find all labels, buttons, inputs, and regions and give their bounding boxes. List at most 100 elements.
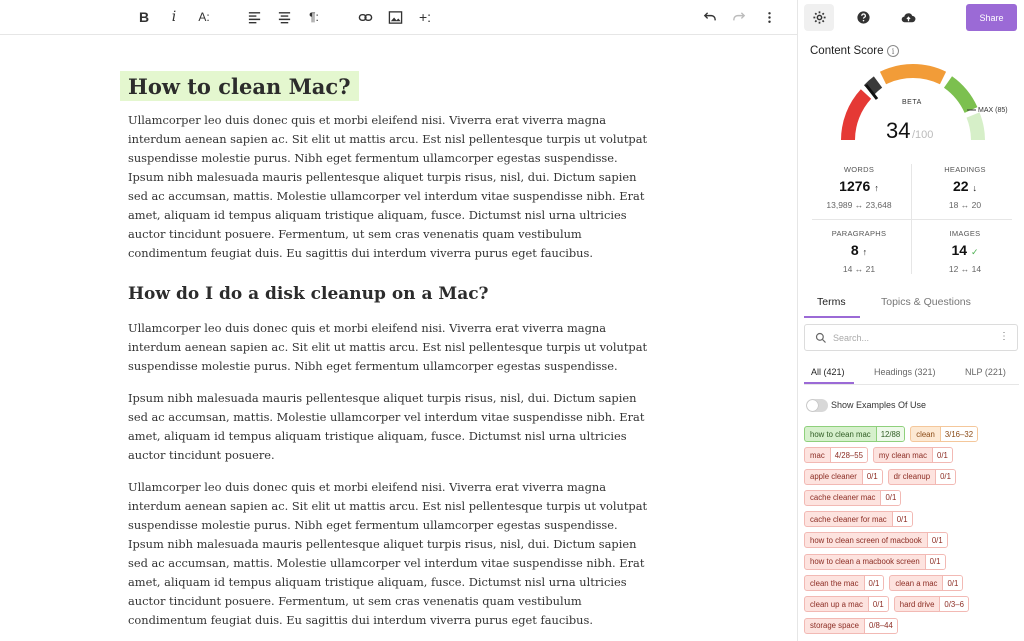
term-row: storage space0/8–44 — [804, 618, 1019, 635]
stat-paragraphs-label: PARAGRAPHS — [806, 229, 912, 238]
stat-words-value: 1276 — [839, 178, 870, 194]
term-chip[interactable]: clean3/16–32 — [910, 426, 978, 442]
term-text: mac — [805, 448, 830, 462]
subtab-headings[interactable]: Headings (321) — [874, 367, 936, 377]
share-button[interactable]: Share — [966, 4, 1017, 31]
term-text: my clean mac — [874, 448, 932, 462]
editor-toolbar: B i A: ¶: +: — [0, 0, 797, 35]
check-icon: ✓ — [971, 247, 979, 257]
stat-headings-value: 22 — [953, 178, 969, 194]
font-size-button[interactable]: A: — [193, 6, 215, 28]
term-count: 3/16–32 — [940, 427, 977, 441]
stat-words-range: 13,989 ↔ 23,648 — [806, 200, 912, 210]
term-chip[interactable]: cache cleaner mac0/1 — [804, 490, 901, 506]
term-chip[interactable]: clean the mac0/1 — [804, 575, 884, 591]
paragraph-2[interactable]: Ullamcorper leo duis donec quis et morbi… — [128, 319, 648, 376]
stat-paragraphs-range: 14 ↔ 21 — [806, 264, 912, 274]
more-vertical-icon — [762, 10, 777, 25]
term-chip[interactable]: cache cleaner for mac0/1 — [804, 511, 913, 527]
align-left-button[interactable] — [243, 6, 265, 28]
help-icon — [856, 10, 871, 25]
term-chip[interactable]: how to clean mac12/88 — [804, 426, 905, 442]
redo-icon — [732, 10, 747, 25]
cloud-upload-button[interactable] — [893, 4, 923, 31]
arrow-up-icon: ↑ — [874, 183, 879, 193]
stats-divider-horizontal — [812, 219, 1012, 220]
term-chip[interactable]: mac4/28–55 — [804, 447, 868, 463]
italic-button[interactable]: i — [163, 6, 185, 28]
stat-paragraphs-value: 8 — [851, 242, 859, 258]
stat-words: WORDS 1276↑ 13,989 ↔ 23,648 — [806, 160, 912, 219]
paragraph-4[interactable]: Ullamcorper leo duis donec quis et morbi… — [128, 478, 648, 630]
show-examples-toggle[interactable] — [806, 399, 828, 412]
term-count: 0/1 — [864, 576, 884, 590]
paragraph-1[interactable]: Ullamcorper leo duis donec quis et morbi… — [128, 111, 648, 263]
term-row: how to clean a macbook screen0/1 — [804, 554, 1019, 571]
beta-label: BETA — [902, 99, 922, 106]
tab-terms[interactable]: Terms — [817, 296, 846, 308]
term-count: 0/1 — [862, 470, 882, 484]
stat-images-value: 14 — [951, 242, 967, 258]
redo-button[interactable] — [728, 6, 750, 28]
tab-topics-questions[interactable]: Topics & Questions — [881, 296, 971, 308]
subtab-nlp[interactable]: NLP (221) — [965, 367, 1006, 377]
term-count: 0/1 — [868, 597, 888, 611]
term-count: 0/1 — [892, 512, 912, 526]
term-row: mac4/28–55 my clean mac0/1 — [804, 447, 1019, 464]
term-chip[interactable]: how to clean a macbook screen0/1 — [804, 554, 946, 570]
stat-images: IMAGES 14✓ 12 ↔ 14 — [912, 224, 1018, 283]
term-text: how to clean a macbook screen — [805, 555, 925, 569]
stat-images-range: 12 ↔ 14 — [912, 264, 1018, 274]
term-chip[interactable]: apple cleaner0/1 — [804, 469, 883, 485]
content-score-title: Content Score — [810, 45, 884, 57]
paragraph-button[interactable]: ¶: — [303, 6, 325, 28]
align-center-button[interactable] — [273, 6, 295, 28]
term-chip[interactable]: my clean mac0/1 — [873, 447, 953, 463]
term-text: how to clean screen of macbook — [805, 533, 927, 547]
settings-button[interactable] — [804, 4, 834, 31]
term-count: 12/88 — [876, 427, 905, 441]
term-chip[interactable]: hard drive0/3–6 — [894, 596, 969, 612]
heading-2[interactable]: How do I do a disk cleanup on a Mac? — [128, 284, 489, 304]
term-text: clean — [911, 427, 940, 441]
search-input[interactable] — [833, 329, 993, 347]
editor-content[interactable]: How to clean Mac? Ullamcorper leo duis d… — [0, 35, 797, 641]
undo-button[interactable] — [698, 6, 720, 28]
term-chip[interactable]: how to clean screen of macbook0/1 — [804, 532, 948, 548]
panel-header: Share — [798, 0, 1024, 35]
term-chip[interactable]: storage space0/8–44 — [804, 618, 898, 634]
term-text: dr cleanup — [889, 470, 935, 484]
undo-icon — [702, 10, 717, 25]
term-row: how to clean mac12/88 clean3/16–32 — [804, 426, 1019, 443]
help-button[interactable] — [848, 4, 878, 31]
document-title[interactable]: How to clean Mac? — [120, 71, 359, 101]
gauge-light-green-segment — [973, 115, 978, 140]
term-text: cache cleaner mac — [805, 491, 880, 505]
more-options-button[interactable] — [758, 6, 780, 28]
align-left-icon — [247, 10, 262, 25]
insert-button[interactable]: +: — [414, 6, 436, 28]
term-count: 0/1 — [927, 533, 947, 547]
insert-icon: +: — [419, 9, 431, 25]
link-button[interactable] — [354, 6, 376, 28]
term-row: how to clean screen of macbook0/1 — [804, 532, 1019, 549]
stat-headings-label: HEADINGS — [912, 165, 1018, 174]
term-chip[interactable]: clean a mac0/1 — [889, 575, 963, 591]
image-button[interactable] — [384, 6, 406, 28]
search-options-icon[interactable]: ⋮ — [999, 331, 1009, 342]
term-chip[interactable]: clean up a mac0/1 — [804, 596, 889, 612]
terms-list: how to clean mac12/88 clean3/16–32 mac4/28… — [804, 426, 1019, 639]
terms-filter-tabs: All (421) Headings (321) NLP (221) — [804, 365, 1019, 385]
bold-button[interactable]: B — [133, 6, 155, 28]
font-size-icon: A: — [198, 10, 209, 24]
paragraph-3[interactable]: Ipsum nibh malesuada mauris pellentesque… — [128, 389, 648, 465]
term-text: clean up a mac — [805, 597, 868, 611]
subtab-all[interactable]: All (421) — [811, 367, 845, 377]
info-icon[interactable]: i — [887, 45, 899, 57]
cloud-upload-icon — [901, 10, 916, 25]
link-icon — [358, 10, 373, 25]
app-root: B i A: ¶: +: — [0, 0, 1024, 641]
term-row: apple cleaner0/1dr cleanup0/1 — [804, 469, 1019, 486]
term-count: 0/1 — [932, 448, 952, 462]
term-chip[interactable]: dr cleanup0/1 — [888, 469, 956, 485]
